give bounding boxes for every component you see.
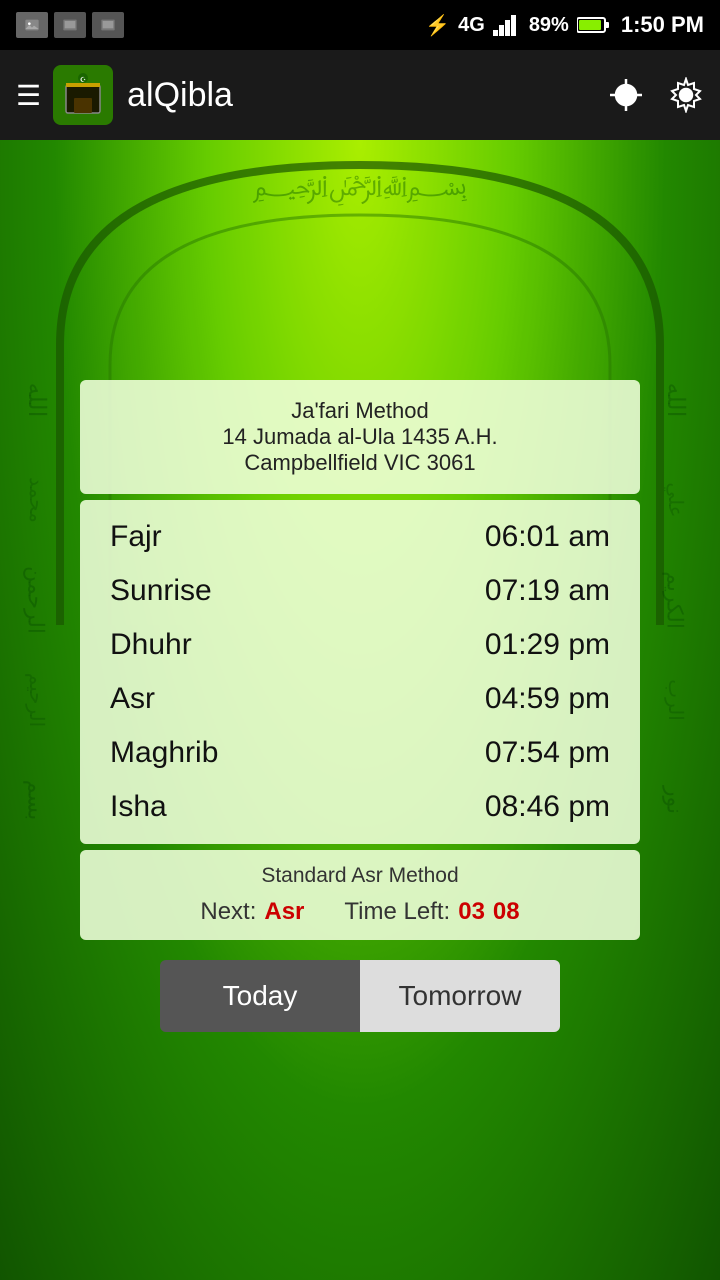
status-bar: ⚡ 4G 89% 1:50 PM xyxy=(0,0,720,50)
tomorrow-tab[interactable]: Tomorrow xyxy=(360,960,560,1032)
info-card: Ja'fari Method 14 Jumada al-Ula 1435 A.H… xyxy=(80,380,640,494)
prayer-row: Asr 04:59 pm xyxy=(110,672,610,726)
day-tab-row: Today Tomorrow xyxy=(160,960,560,1032)
today-tab[interactable]: Today xyxy=(160,960,360,1032)
menu-button[interactable]: ☰ xyxy=(16,79,41,112)
main-content: Ja'fari Method 14 Jumada al-Ula 1435 A.H… xyxy=(0,140,720,1280)
battery-label: 89% xyxy=(529,14,569,37)
prayer-time-dhuhr: 01:29 pm xyxy=(485,628,610,662)
prayer-name-asr: Asr xyxy=(110,682,270,716)
gallery-icon xyxy=(16,12,48,38)
prayer-row: Fajr 06:01 am xyxy=(110,510,610,564)
asr-method: Standard Asr Method xyxy=(100,864,620,888)
photo1-icon xyxy=(54,12,86,38)
calculation-method: Ja'fari Method xyxy=(100,398,620,424)
prayer-row: Isha 08:46 pm xyxy=(110,780,610,834)
prayer-name-dhuhr: Dhuhr xyxy=(110,628,270,662)
prayer-time-fajr: 06:01 am xyxy=(485,520,610,554)
prayer-times-card: Fajr 06:01 am Sunrise 07:19 am Dhuhr 01:… xyxy=(80,500,640,844)
next-prayer-name: Asr xyxy=(264,898,304,926)
network-label: 4G xyxy=(458,14,485,37)
next-label: Next: xyxy=(200,898,256,926)
app-logo: ☪ xyxy=(53,65,113,125)
bluetooth-icon: ⚡ xyxy=(425,13,450,38)
footer-card: Standard Asr Method Next: Asr Time Left:… xyxy=(80,850,640,940)
time-left-hours: 03 xyxy=(458,898,485,926)
prayer-time-asr: 04:59 pm xyxy=(485,682,610,716)
svg-text:☪: ☪ xyxy=(80,76,86,84)
location-name: Campbellfield VIC 3061 xyxy=(100,450,620,476)
prayer-row: Maghrib 07:54 pm xyxy=(110,726,610,780)
prayer-time-isha: 08:46 pm xyxy=(485,790,610,824)
time-left-minutes: 08 xyxy=(493,898,520,926)
prayer-name-isha: Isha xyxy=(110,790,270,824)
prayer-name-fajr: Fajr xyxy=(110,520,270,554)
app-bar: ☰ ☪ alQibla xyxy=(0,50,720,140)
prayer-name-sunrise: Sunrise xyxy=(110,574,270,608)
location-icon[interactable] xyxy=(608,77,644,113)
prayer-row: Sunrise 07:19 am xyxy=(110,564,610,618)
app-title: alQibla xyxy=(127,76,608,115)
time-left-label: Time Left: xyxy=(344,898,450,926)
battery-icon xyxy=(577,16,609,34)
prayer-time-maghrib: 07:54 pm xyxy=(485,736,610,770)
photo2-icon xyxy=(92,12,124,38)
prayer-name-maghrib: Maghrib xyxy=(110,736,270,770)
prayer-time-sunrise: 07:19 am xyxy=(485,574,610,608)
hijri-date: 14 Jumada al-Ula 1435 A.H. xyxy=(100,424,620,450)
next-prayer-info: Next: Asr Time Left: 03 08 xyxy=(100,898,620,926)
settings-icon[interactable] xyxy=(668,77,704,113)
prayer-row: Dhuhr 01:29 pm xyxy=(110,618,610,672)
signal-icon xyxy=(493,14,521,36)
time-label: 1:50 PM xyxy=(621,12,704,38)
